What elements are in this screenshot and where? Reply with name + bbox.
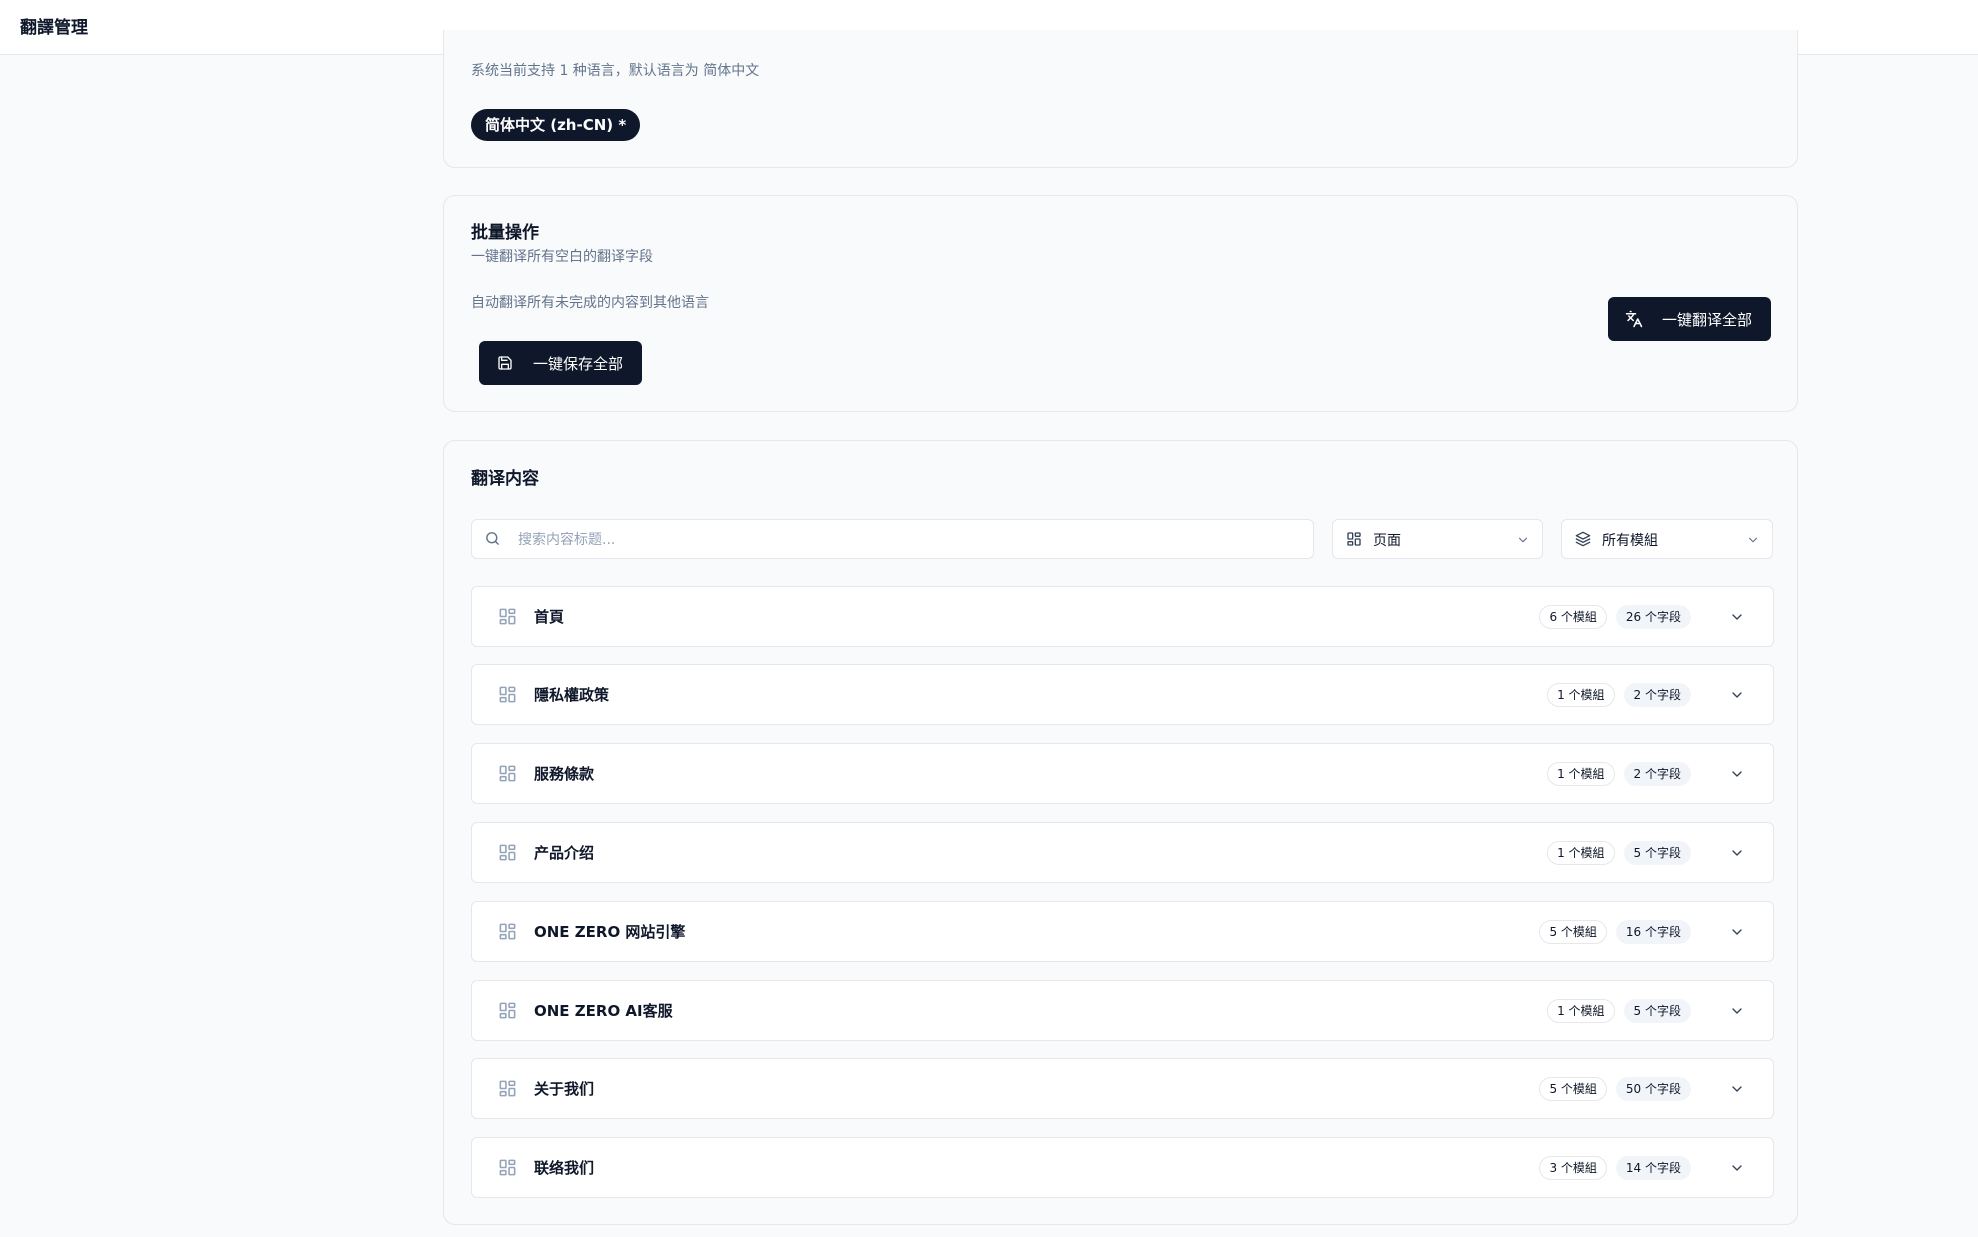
chevron-down-icon <box>1746 532 1760 551</box>
module-count-badge: 1 个模組 <box>1547 841 1615 865</box>
app-title: 翻譯管理 <box>20 18 88 38</box>
module-count-badge: 3 个模組 <box>1539 1156 1607 1180</box>
type-filter-value: 页面 <box>1373 533 1401 549</box>
auto-translate-description: 自动翻译所有未完成的内容到其他语言 <box>471 295 709 311</box>
content-row[interactable]: 联络我们 3 个模組 14 个字段 <box>471 1137 1774 1198</box>
translate-all-label: 一键翻译全部 <box>1662 310 1753 329</box>
row-title: 产品介绍 <box>534 844 595 862</box>
module-count-badge: 6 个模組 <box>1539 605 1607 629</box>
chevron-down-icon[interactable] <box>1729 1003 1745 1023</box>
content-row[interactable]: 首頁 6 个模組 26 个字段 <box>471 586 1774 647</box>
type-filter-select[interactable]: 页面 <box>1332 519 1543 559</box>
language-pill-zh-cn[interactable]: 简体中文 (zh-CN) * <box>471 109 641 141</box>
content-title: 翻译内容 <box>471 469 539 489</box>
content-row[interactable]: 隱私權政策 1 个模組 2 个字段 <box>471 664 1774 725</box>
content-row[interactable]: ONE ZERO 网站引擎 5 个模組 16 个字段 <box>471 901 1774 962</box>
layout-grid-icon <box>498 1079 517 1102</box>
content-row[interactable]: 产品介绍 1 个模組 5 个字段 <box>471 822 1774 883</box>
search-box <box>471 519 1314 560</box>
row-title: 关于我们 <box>534 1080 595 1098</box>
batch-operations-card: 批量操作 一键翻译所有空白的翻译字段 自动翻译所有未完成的内容到其他语言 一键保… <box>443 195 1798 412</box>
translation-content-card: 翻译内容 页面 <box>443 440 1798 1225</box>
search-input[interactable] <box>516 520 1300 560</box>
batch-title: 批量操作 <box>471 223 539 243</box>
content-row[interactable]: 服務條款 1 个模組 2 个字段 <box>471 743 1774 804</box>
content-row[interactable]: 关于我们 5 个模組 50 个字段 <box>471 1058 1774 1119</box>
module-count-badge: 1 个模組 <box>1547 999 1615 1023</box>
module-filter-select[interactable]: 所有模組 <box>1561 519 1773 559</box>
content-row[interactable]: ONE ZERO AI客服 1 个模組 5 个字段 <box>471 980 1774 1041</box>
field-count-badge: 16 个字段 <box>1615 920 1691 944</box>
batch-subtitle: 一键翻译所有空白的翻译字段 <box>471 249 653 265</box>
field-count-badge: 2 个字段 <box>1623 683 1691 707</box>
search-icon <box>484 530 501 551</box>
row-title: 联络我们 <box>534 1159 595 1177</box>
layers-icon <box>1575 531 1591 551</box>
field-count-badge: 50 个字段 <box>1615 1077 1691 1101</box>
save-all-button[interactable]: 一键保存全部 <box>479 341 642 385</box>
layout-grid-icon <box>498 764 517 787</box>
layout-grid-icon <box>498 607 517 630</box>
language-card: 系统当前支持 1 种语言，默认语言为 简体中文 简体中文 (zh-CN) * <box>443 30 1798 168</box>
module-count-badge: 5 个模組 <box>1539 1077 1607 1101</box>
row-title: 服務條款 <box>534 765 595 783</box>
chevron-down-icon[interactable] <box>1729 609 1745 629</box>
module-filter-value: 所有模組 <box>1602 533 1658 549</box>
field-count-badge: 5 个字段 <box>1623 999 1691 1023</box>
row-title: ONE ZERO AI客服 <box>534 1002 673 1020</box>
chevron-down-icon[interactable] <box>1729 845 1745 865</box>
translate-all-button[interactable]: 一键翻译全部 <box>1608 297 1771 341</box>
save-all-label: 一键保存全部 <box>533 354 624 373</box>
field-count-badge: 14 个字段 <box>1615 1156 1691 1180</box>
chevron-down-icon[interactable] <box>1729 1081 1745 1101</box>
save-icon <box>495 353 515 373</box>
chevron-down-icon[interactable] <box>1729 1160 1745 1180</box>
field-count-badge: 5 个字段 <box>1623 841 1691 865</box>
field-count-badge: 26 个字段 <box>1615 605 1691 629</box>
layout-grid-icon <box>498 685 517 708</box>
languages-icon <box>1624 309 1644 329</box>
language-description: 系统当前支持 1 种语言，默认语言为 简体中文 <box>471 63 760 79</box>
module-count-badge: 1 个模組 <box>1547 762 1615 786</box>
module-count-badge: 5 个模組 <box>1539 920 1607 944</box>
row-title: 隱私權政策 <box>534 686 610 704</box>
layout-grid-icon <box>498 1001 517 1024</box>
layout-grid-icon <box>498 922 517 945</box>
chevron-down-icon[interactable] <box>1729 687 1745 707</box>
layout-grid-icon <box>1346 531 1362 551</box>
chevron-down-icon[interactable] <box>1729 766 1745 786</box>
layout-grid-icon <box>498 1158 517 1181</box>
field-count-badge: 2 个字段 <box>1623 762 1691 786</box>
module-count-badge: 1 个模組 <box>1547 683 1615 707</box>
layout-grid-icon <box>498 843 517 866</box>
chevron-down-icon[interactable] <box>1729 924 1745 944</box>
row-title: 首頁 <box>534 608 565 626</box>
chevron-down-icon <box>1516 532 1530 551</box>
row-title: ONE ZERO 网站引擎 <box>534 923 686 941</box>
